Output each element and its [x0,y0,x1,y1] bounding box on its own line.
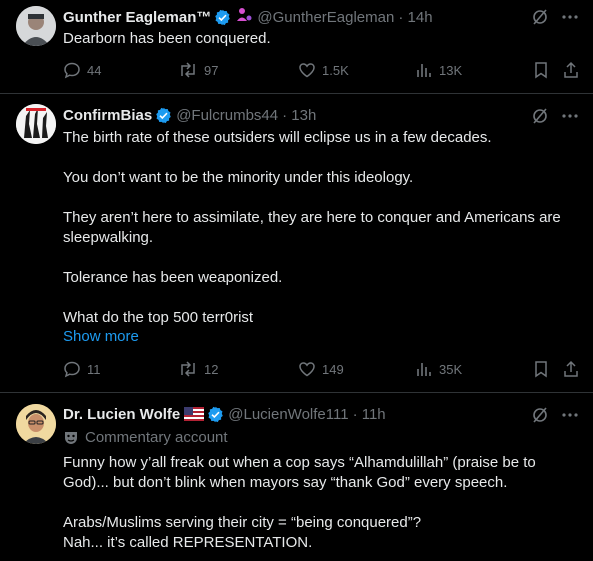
avatar-image [16,104,56,144]
bookmark-icon [535,361,547,378]
account-label-text: Commentary account [85,429,228,446]
views-icon [417,363,431,376]
share-icon [564,360,578,377]
tweet-2[interactable]: ConfirmBias @Fulcrumbs44 · 13h The birth… [0,94,593,393]
avatar-image [16,404,56,444]
reply-button[interactable]: 11 [63,360,101,378]
like-icon [299,63,315,78]
tweet-text: Dearborn has been conquered. [63,30,271,47]
views-button[interactable]: 13K [415,61,462,79]
tweet-text: The birth rate of these outsiders will e… [63,129,561,326]
verified-badge-icon [215,9,231,25]
author-handle[interactable]: @Fulcrumbs44 [176,107,278,124]
tweet-text: Funny how y’all freak out when a cop say… [63,454,536,551]
share-button[interactable] [563,360,585,378]
tweet-time[interactable]: · 14h [398,9,432,26]
author-name[interactable]: Gunther Eagleman™ [63,9,211,26]
tweet-header: ConfirmBias @Fulcrumbs44 · 13h [63,105,316,125]
like-count: 1.5K [322,62,349,78]
author-handle[interactable]: @LucienWolfe111 [228,406,348,423]
like-icon [299,362,315,377]
tweet-top-actions [531,8,579,26]
theater-mask-icon [65,431,77,444]
tweet-top-actions [531,107,579,125]
author-name[interactable]: Dr. Lucien Wolfe [63,406,180,423]
tweet-time[interactable]: · 13h [282,107,316,124]
repost-count: 12 [204,361,219,377]
more-dots-icon[interactable] [561,406,579,424]
avatar-image [16,6,56,46]
avatar[interactable] [16,6,56,46]
tweet-header: Dr. Lucien Wolfe @LucienWolfe111 · 11h [63,404,386,424]
share-icon [564,61,578,78]
account-badge-icon [235,6,253,28]
share-button[interactable] [563,61,585,79]
account-label[interactable]: Commentary account [63,429,228,446]
tweet-actions: 44 97 1.5K 13K [63,61,583,81]
author-name[interactable]: ConfirmBias [63,107,152,124]
bookmark-button[interactable] [533,61,555,79]
repost-icon [181,62,195,78]
views-button[interactable]: 35K [415,360,462,378]
reply-icon [64,361,80,378]
bookmark-icon [535,62,547,79]
tweet-3[interactable]: Dr. Lucien Wolfe @LucienWolfe111 · 11h C… [0,393,593,561]
grok-icon[interactable] [531,406,549,424]
like-count: 149 [322,361,344,377]
repost-icon [181,361,195,377]
show-more-link[interactable]: Show more [63,328,139,345]
like-button[interactable]: 1.5K [298,61,349,79]
tweet-1[interactable]: Gunther Eagleman™ @GuntherEagleman · 14h… [0,0,593,94]
reply-button[interactable]: 44 [63,61,101,79]
avatar[interactable] [16,104,56,144]
author-handle[interactable]: @GuntherEagleman [257,9,394,26]
us-flag-icon [184,407,205,421]
repost-button[interactable]: 12 [178,360,218,378]
reply-icon [64,62,80,79]
more-dots-icon[interactable] [561,8,579,26]
views-count: 35K [439,361,463,377]
views-count: 13K [439,62,463,78]
reply-count: 44 [87,62,102,78]
views-icon [417,64,431,77]
avatar[interactable] [16,404,56,444]
verified-badge-icon [156,107,171,123]
more-dots-icon[interactable] [561,107,579,125]
like-button[interactable]: 149 [298,360,344,378]
tweet-top-actions [531,406,579,424]
grok-icon[interactable] [531,107,549,125]
reply-count: 11 [87,361,101,377]
tweet-time[interactable]: · 11h [353,406,386,423]
bookmark-button[interactable] [533,360,555,378]
tweet-actions: 11 12 149 35K [63,360,583,380]
repost-count: 97 [204,62,219,78]
grok-icon[interactable] [531,8,549,26]
tweet-header: Gunther Eagleman™ @GuntherEagleman · 14h [63,7,433,27]
verified-badge-icon [208,406,224,422]
repost-button[interactable]: 97 [178,61,218,79]
